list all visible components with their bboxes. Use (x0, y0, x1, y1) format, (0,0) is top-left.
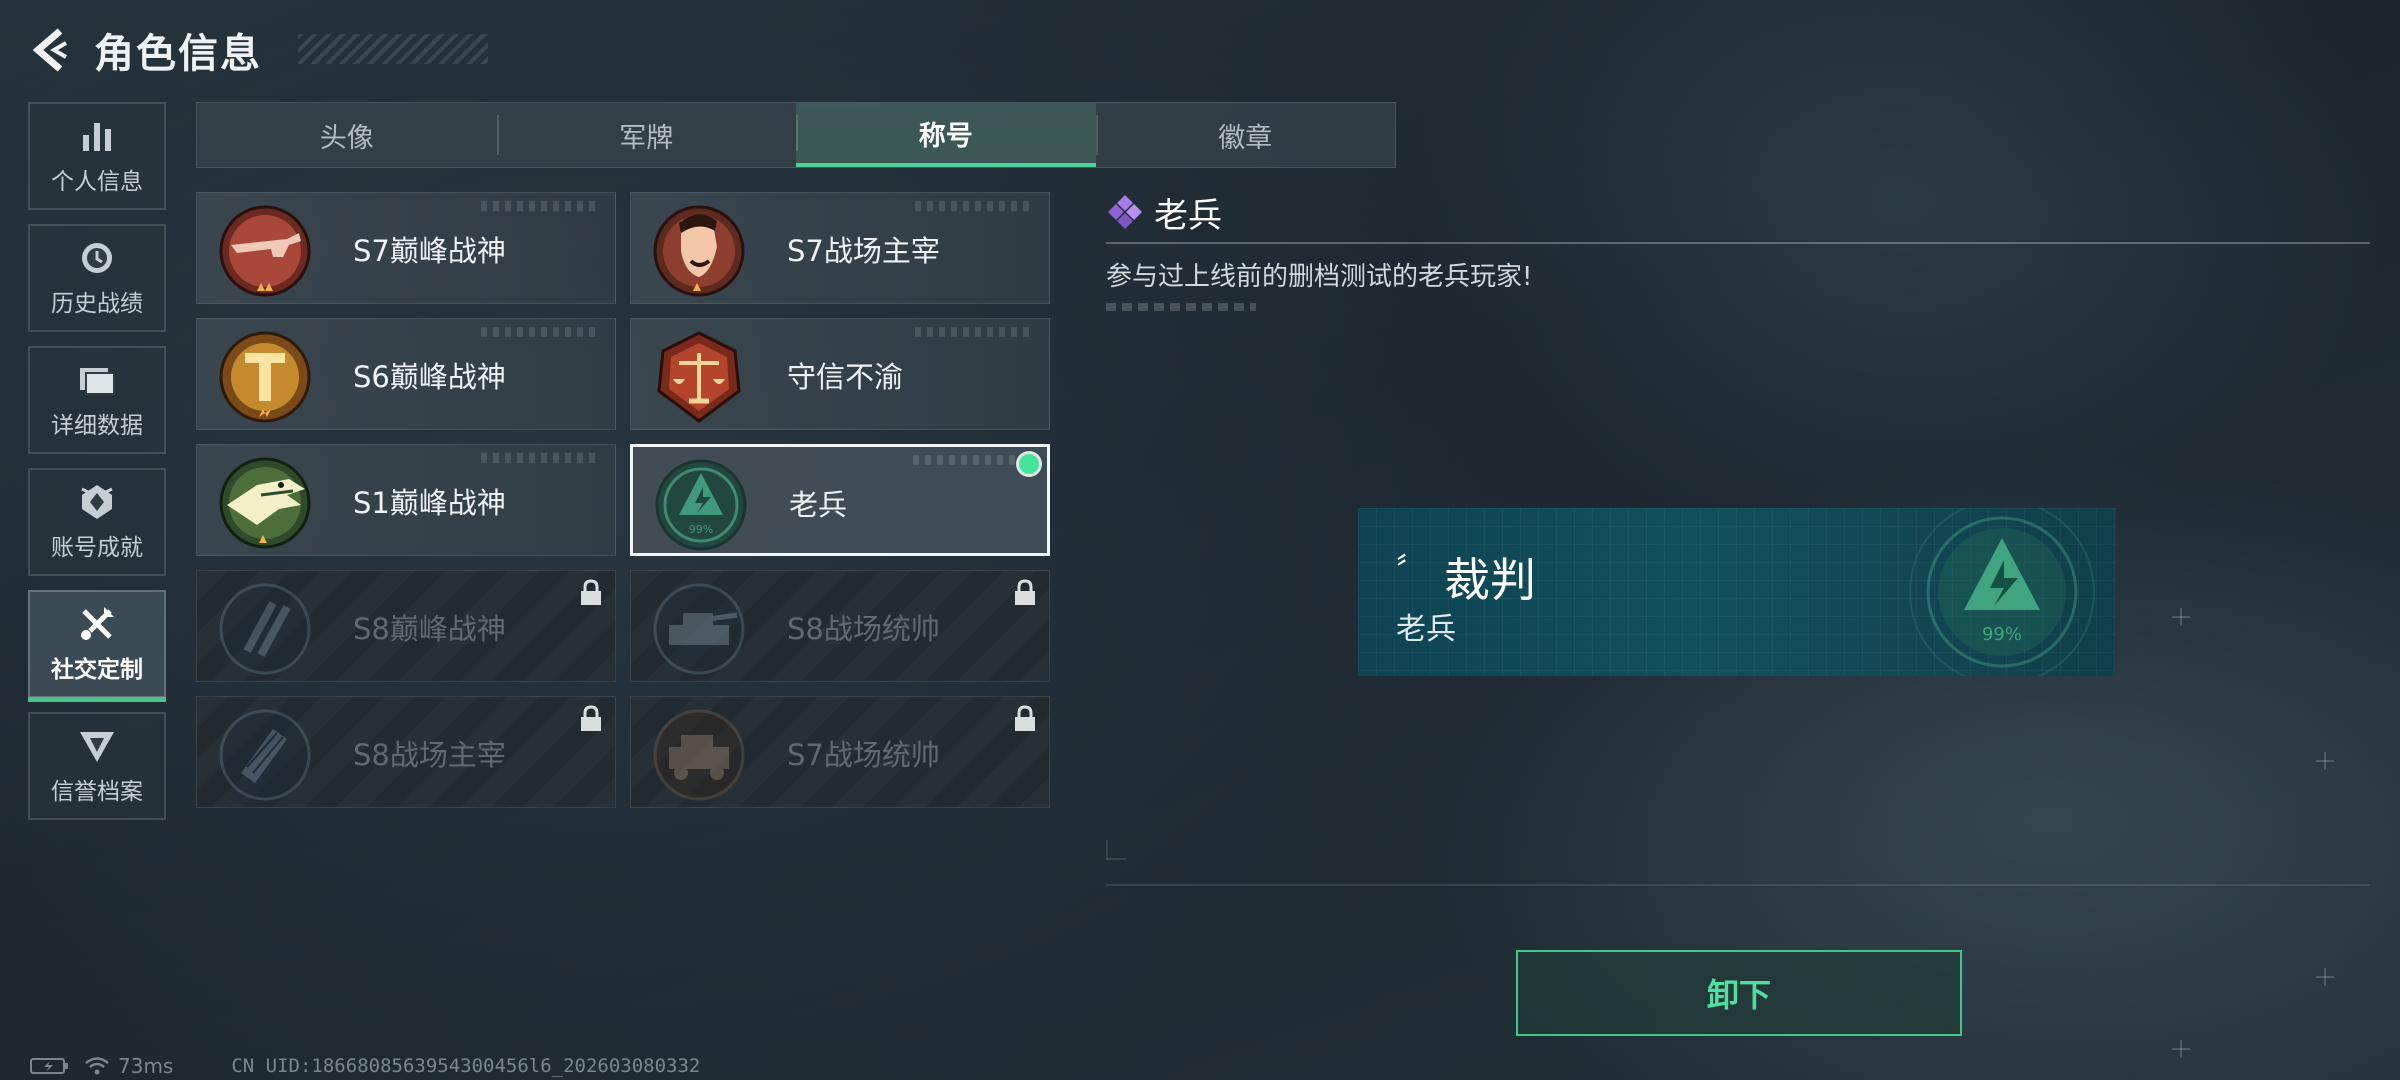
title-label: S7巅峰战神 (353, 234, 506, 268)
sidebar-item-label: 历史战绩 (51, 291, 143, 317)
sidebar-item-detailed-data[interactable]: 详细数据 (28, 346, 166, 454)
title-label: S8战场主宰 (353, 738, 506, 772)
preview-player-name: 裁判 (1444, 553, 1536, 607)
veteran-emblem-icon: 99% (1909, 508, 2095, 676)
preview-title: 老兵 (1396, 612, 1456, 647)
page-title: 角色信息 (94, 31, 262, 77)
equipped-indicator (1019, 454, 1039, 474)
sidebar-item-label: 个人信息 (51, 169, 143, 195)
title-label: S1巅峰战神 (353, 486, 506, 520)
sidebar: 个人信息 历史战绩 详细数据 账号成就 社交定制 信誉档案 (28, 102, 166, 834)
title-label: S6巅峰战神 (353, 360, 506, 394)
sidebar-item-label: 账号成就 (51, 535, 143, 561)
character-info-screen: { "header": { "title": "角色信息" }, "sideba… (0, 0, 2400, 1080)
preview-emblem-percent: 99% (1982, 624, 2022, 645)
crosshair-decoration (2172, 1040, 2190, 1058)
lock-icon (581, 705, 601, 731)
crosshair-decoration (2316, 968, 2334, 986)
credibility-icon (77, 726, 117, 766)
t-shield-emblem-icon (219, 331, 311, 423)
bar-chart-icon (77, 116, 117, 156)
veteran-emblem-icon: 99% (655, 459, 747, 551)
slash-emblem-icon (219, 583, 311, 675)
card-decoration (913, 455, 1033, 465)
title-card-s8-battlefield-commander[interactable]: S8战场统帅 (630, 570, 1050, 682)
sidebar-item-match-history[interactable]: 历史战绩 (28, 224, 166, 332)
tab-badge[interactable]: 徽章 (1095, 103, 1396, 167)
battery-icon (30, 1058, 68, 1074)
divider (1106, 242, 2370, 244)
status-bar: 73ms CN UID:1866808563954300456l6_202603… (30, 1054, 700, 1078)
header-decoration (298, 34, 488, 64)
tab-avatar[interactable]: 头像 (197, 103, 497, 167)
frame-line (1106, 858, 1126, 860)
achievement-icon (77, 482, 117, 522)
diamond-icon (1108, 195, 1142, 229)
detail-header: 老兵 (1106, 188, 2370, 236)
lock-icon (581, 579, 601, 605)
tab-title[interactable]: 称号 (796, 103, 1096, 167)
frame-line (1106, 884, 2370, 886)
title-card-veteran[interactable]: 99% 老兵 (630, 444, 1050, 556)
detail-description: 参与过上线前的删档测试的老兵玩家! (1106, 262, 1533, 292)
gun-emblem-icon (219, 205, 311, 297)
title-label: 守信不渝 (787, 360, 904, 394)
title-card-s7-peak-god[interactable]: S7巅峰战神 (196, 192, 616, 304)
title-label: S8巅峰战神 (353, 612, 506, 646)
sidebar-item-credibility[interactable]: 信誉档案 (28, 712, 166, 820)
sidebar-item-label: 详细数据 (51, 413, 143, 439)
ping-readout: 73ms (118, 1054, 174, 1078)
detail-title-name: 老兵 (1154, 195, 1222, 236)
title-card-s1-peak-god[interactable]: S1巅峰战神 (196, 444, 616, 556)
unequip-label: 卸下 (1706, 976, 1771, 1014)
title-preview-banner: 〞 裁判 老兵 99% (1358, 508, 2116, 676)
sidebar-item-label: 信誉档案 (51, 779, 143, 805)
title-label: S8战场统帅 (787, 612, 940, 646)
tank-emblem-icon (653, 583, 745, 675)
tab-dog-tag[interactable]: 军牌 (496, 103, 797, 167)
lock-icon (1015, 579, 1035, 605)
sidebar-item-personal-info[interactable]: 个人信息 (28, 102, 166, 210)
back-button[interactable] (28, 25, 72, 75)
title-label: S7战场统帅 (787, 738, 940, 772)
title-card-s8-peak-god[interactable]: S8巅峰战神 (196, 570, 616, 682)
title-detail-panel: 老兵 参与过上线前的删档测试的老兵玩家! (1106, 188, 2370, 311)
sidebar-item-label: 社交定制 (51, 657, 143, 683)
card-decoration (915, 327, 1035, 337)
crocodile-emblem-icon (219, 457, 311, 549)
description-decoration (1106, 303, 1256, 311)
frame-line (1106, 840, 1108, 860)
crosshair-decoration (2172, 608, 2190, 626)
clock-icon (77, 238, 117, 278)
uid-readout: CN UID:1866808563954300456l6_20260308033… (231, 1055, 701, 1077)
vehicle-emblem-icon (653, 709, 745, 801)
preview-quote-mark: 〞 (1396, 552, 1426, 587)
sidebar-item-achievements[interactable]: 账号成就 (28, 468, 166, 576)
lock-icon (1015, 705, 1035, 731)
emblem-percent-label: 99% (689, 523, 713, 536)
crosshair-decoration (2316, 752, 2334, 770)
title-card-s6-peak-god[interactable]: S6巅峰战神 (196, 318, 616, 430)
rocket-emblem-icon (219, 709, 311, 801)
wifi-icon (85, 1057, 109, 1075)
title-card-keep-faith[interactable]: 守信不渝 (630, 318, 1050, 430)
title-card-s8-battlefield-master[interactable]: S8战场主宰 (196, 696, 616, 808)
back-arrow-icon (32, 28, 68, 72)
scales-emblem-icon (657, 331, 741, 423)
title-label: 老兵 (789, 488, 848, 522)
tab-bar: 头像 军牌 称号 徽章 (196, 102, 1396, 168)
title-card-s7-battlefield-master[interactable]: S7战场主宰 (630, 192, 1050, 304)
soldier-emblem-icon (653, 205, 745, 297)
title-label: S7战场主宰 (787, 234, 940, 268)
header: 角色信息 (28, 22, 488, 78)
tools-icon (77, 604, 117, 644)
title-card-s7-battlefield-commander[interactable]: S7战场统帅 (630, 696, 1050, 808)
folder-icon (77, 360, 117, 400)
sidebar-item-social-custom[interactable]: 社交定制 (28, 590, 166, 702)
unequip-button[interactable]: 卸下 (1516, 950, 1962, 1036)
